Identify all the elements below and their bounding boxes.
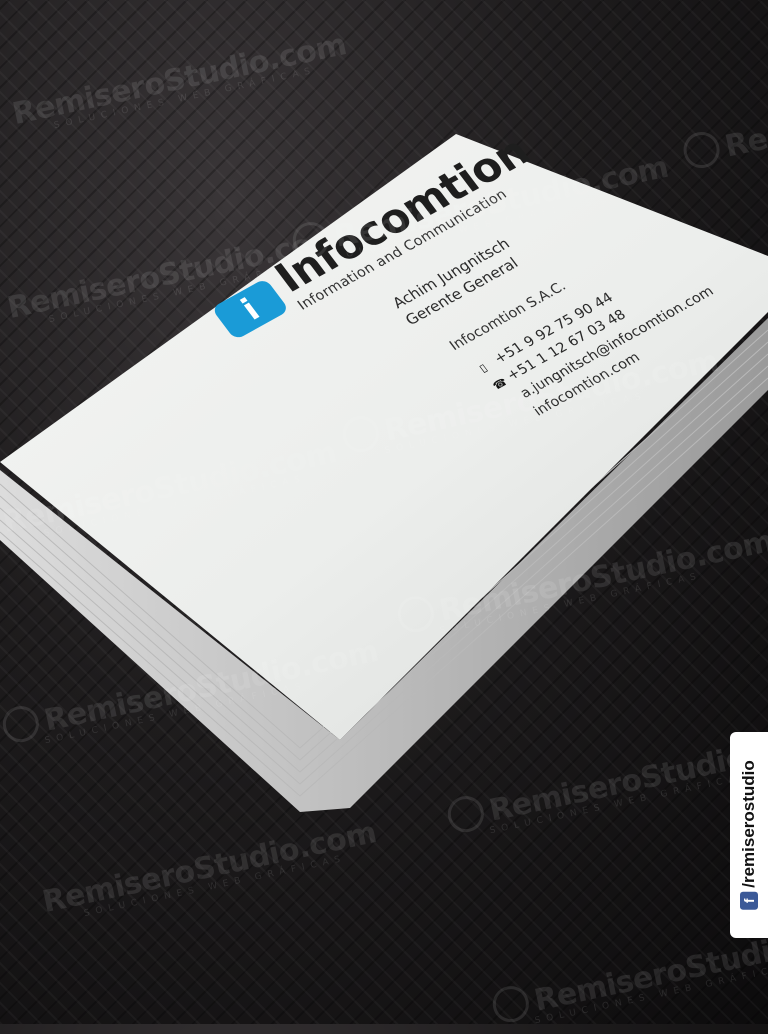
facebook-handle: /remiserostudio <box>739 760 758 888</box>
facebook-badge[interactable]: f /remiserostudio <box>730 732 768 938</box>
business-card-stack <box>0 134 768 812</box>
facebook-icon: f <box>740 891 758 910</box>
